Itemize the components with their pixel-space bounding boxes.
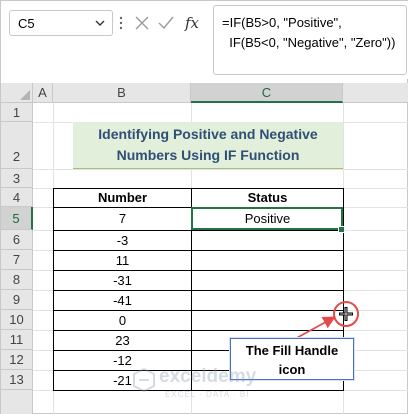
row-header-11[interactable]: 11 bbox=[1, 330, 33, 350]
select-all-triangle bbox=[20, 90, 30, 100]
formula-line-2: IF(B5<0, "Negative", "Zero")) bbox=[222, 35, 396, 50]
close-icon[interactable] bbox=[133, 14, 151, 32]
sheet-title[interactable]: Identifying Positive and Negative Number… bbox=[73, 122, 343, 169]
exceldemy-logo-icon bbox=[133, 368, 155, 392]
row-header-1[interactable]: 1 bbox=[1, 103, 33, 122]
exceldemy-watermark: exceldemy EXCEL · DATA · BI bbox=[129, 364, 289, 404]
number-cell[interactable]: 0 bbox=[54, 311, 192, 331]
callout-line-1: The Fill Handle bbox=[245, 343, 339, 358]
number-cell[interactable]: -3 bbox=[54, 231, 192, 251]
row-header-9[interactable]: 9 bbox=[1, 290, 33, 310]
status-cell[interactable] bbox=[192, 231, 343, 251]
row-header-12[interactable]: 12 bbox=[1, 350, 33, 370]
row-header-14[interactable] bbox=[1, 390, 33, 414]
row-header-6[interactable]: 6 bbox=[1, 230, 33, 250]
row-header-2[interactable]: 2 bbox=[1, 122, 33, 169]
name-box[interactable]: C5 bbox=[9, 10, 113, 36]
row-header-7[interactable]: 7 bbox=[1, 250, 33, 270]
fill-handle[interactable] bbox=[338, 226, 345, 233]
number-cell[interactable]: 7 bbox=[54, 208, 192, 231]
status-cell[interactable] bbox=[192, 251, 343, 271]
column-header-b[interactable]: B bbox=[53, 83, 191, 103]
row-header-10[interactable]: 10 bbox=[1, 310, 33, 330]
status-cell[interactable] bbox=[192, 271, 343, 291]
header-status[interactable]: Status bbox=[192, 189, 343, 208]
row-header-4[interactable]: 4 bbox=[1, 188, 33, 207]
watermark-name: exceldemy bbox=[159, 366, 257, 387]
number-cell[interactable]: -41 bbox=[54, 291, 192, 311]
excel-window: C5 fx =IF(B5>0, "Positive", IF(B5<0, "Ne… bbox=[0, 0, 408, 414]
formula-actions: fx bbox=[131, 10, 207, 36]
select-all-corner[interactable] bbox=[1, 83, 33, 103]
formula-input[interactable]: =IF(B5>0, "Positive", IF(B5<0, "Negative… bbox=[213, 5, 407, 75]
sheet-title-line-1: Identifying Positive and Negative bbox=[98, 126, 318, 142]
active-cell-selection[interactable] bbox=[191, 207, 343, 230]
number-cell[interactable]: 11 bbox=[54, 251, 192, 271]
row-header-3[interactable]: 3 bbox=[1, 169, 33, 188]
more-options-icon[interactable] bbox=[119, 15, 123, 31]
row-header-5[interactable]: 5 bbox=[1, 207, 33, 230]
check-icon[interactable] bbox=[157, 14, 175, 32]
fx-button[interactable]: fx bbox=[185, 14, 199, 32]
column-header-d[interactable] bbox=[343, 83, 408, 103]
column-header-c[interactable]: C bbox=[191, 83, 343, 103]
row-header-8[interactable]: 8 bbox=[1, 270, 33, 290]
row-header-13[interactable]: 13 bbox=[1, 370, 33, 390]
column-header-a[interactable]: A bbox=[33, 83, 53, 103]
formula-line-1: =IF(B5>0, "Positive", bbox=[222, 15, 342, 30]
name-box-value: C5 bbox=[18, 16, 35, 31]
header-number[interactable]: Number bbox=[54, 189, 192, 208]
number-cell[interactable]: -31 bbox=[54, 271, 192, 291]
number-cell[interactable]: 23 bbox=[54, 331, 192, 351]
formula-bar: C5 fx =IF(B5>0, "Positive", IF(B5<0, "Ne… bbox=[1, 1, 408, 79]
watermark-tagline: EXCEL · DATA · BI bbox=[165, 390, 250, 399]
sheet-title-line-2: Numbers Using IF Function bbox=[116, 147, 300, 163]
chevron-down-icon[interactable] bbox=[94, 17, 106, 29]
